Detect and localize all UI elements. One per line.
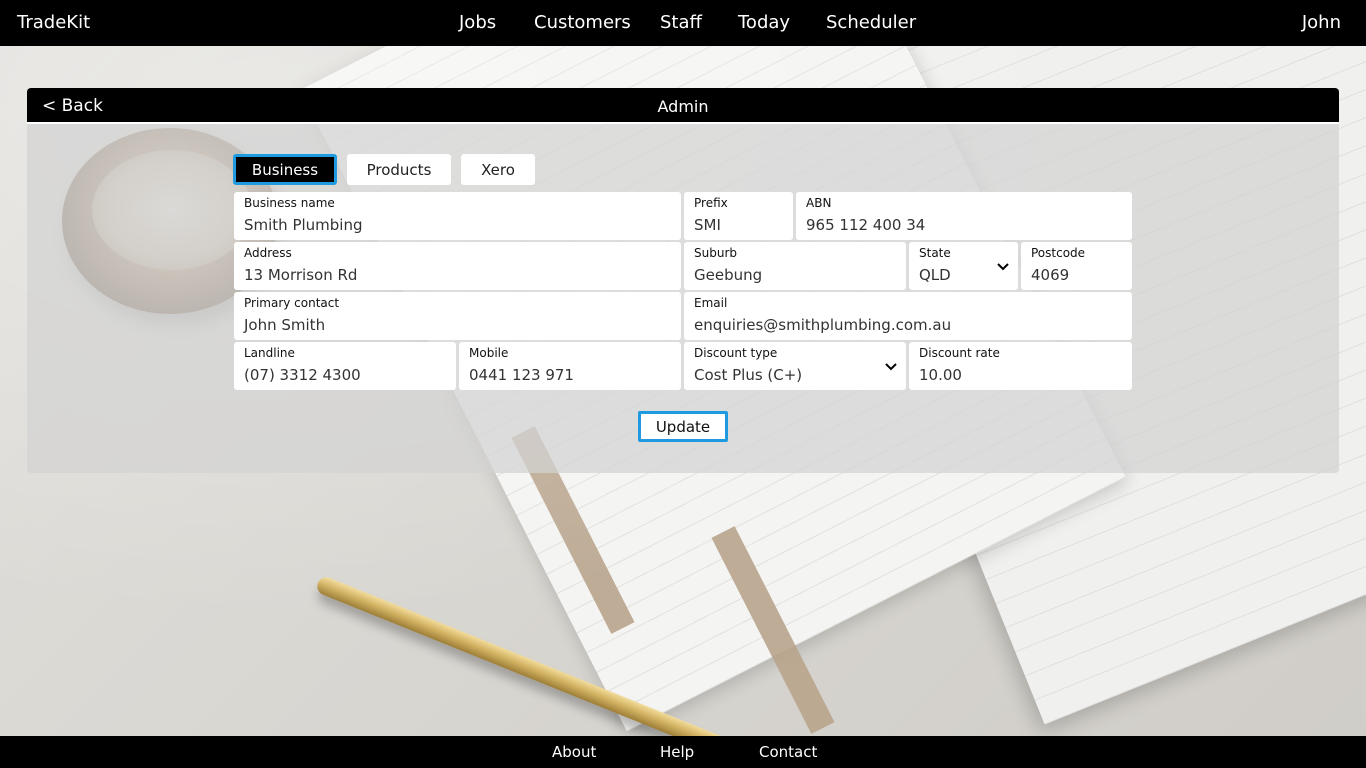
address-label: Address <box>244 246 292 260</box>
business-name-field[interactable]: Business name Smith Plumbing <box>234 192 681 240</box>
mobile-field[interactable]: Mobile 0441 123 971 <box>459 342 681 390</box>
tab-xero[interactable]: Xero <box>461 154 535 185</box>
postcode-field[interactable]: Postcode 4069 <box>1021 242 1132 290</box>
suburb-label: Suburb <box>694 246 737 260</box>
email-field[interactable]: Email enquiries@smithplumbing.com.au <box>684 292 1132 340</box>
nav-jobs[interactable]: Jobs <box>459 12 534 33</box>
prefix-label: Prefix <box>694 196 728 210</box>
landline-label: Landline <box>244 346 295 360</box>
nav-staff[interactable]: Staff <box>660 12 738 33</box>
update-button[interactable]: Update <box>638 411 728 442</box>
state-label: State <box>919 246 951 260</box>
panel-header: < Back Admin <box>27 88 1339 124</box>
state-select[interactable]: State QLD <box>909 242 1018 290</box>
nav-scheduler[interactable]: Scheduler <box>826 12 916 33</box>
mobile-value[interactable]: 0441 123 971 <box>469 366 574 384</box>
address-value[interactable]: 13 Morrison Rd <box>244 266 357 284</box>
primary-contact-value[interactable]: John Smith <box>244 316 325 334</box>
abn-value[interactable]: 965 112 400 34 <box>806 216 925 234</box>
state-value[interactable]: QLD <box>919 266 951 284</box>
email-label: Email <box>694 296 728 310</box>
footer-contact-link[interactable]: Contact <box>759 743 817 761</box>
footer-help-link[interactable]: Help <box>660 743 694 761</box>
mobile-label: Mobile <box>469 346 509 360</box>
footer-about-link[interactable]: About <box>552 743 596 761</box>
abn-field[interactable]: ABN 965 112 400 34 <box>796 192 1132 240</box>
admin-panel: < Back Admin Business Products Xero Busi… <box>27 88 1339 473</box>
discount-rate-field[interactable]: Discount rate 10.00 <box>909 342 1132 390</box>
chevron-down-icon[interactable] <box>996 260 1010 274</box>
tab-products[interactable]: Products <box>347 154 451 185</box>
postcode-value[interactable]: 4069 <box>1031 266 1069 284</box>
address-field[interactable]: Address 13 Morrison Rd <box>234 242 681 290</box>
discount-rate-label: Discount rate <box>919 346 1000 360</box>
abn-label: ABN <box>806 196 832 210</box>
page-title: Admin <box>657 97 709 116</box>
email-value[interactable]: enquiries@smithplumbing.com.au <box>694 316 951 334</box>
discount-type-value[interactable]: Cost Plus (C+) <box>694 366 802 384</box>
suburb-field[interactable]: Suburb Geebung <box>684 242 906 290</box>
suburb-value[interactable]: Geebung <box>694 266 762 284</box>
footer: About Help Contact <box>0 736 1366 768</box>
nav-customers[interactable]: Customers <box>534 12 660 33</box>
postcode-label: Postcode <box>1031 246 1086 260</box>
discount-type-label: Discount type <box>694 346 778 360</box>
business-name-value[interactable]: Smith Plumbing <box>244 216 363 234</box>
business-name-label: Business name <box>244 196 335 210</box>
user-menu[interactable]: John <box>1302 12 1341 33</box>
prefix-field[interactable]: Prefix SMI <box>684 192 793 240</box>
nav-links: Jobs Customers Staff Today Scheduler <box>459 12 916 33</box>
primary-contact-label: Primary contact <box>244 296 340 310</box>
discount-type-select[interactable]: Discount type Cost Plus (C+) <box>684 342 906 390</box>
prefix-value[interactable]: SMI <box>694 216 721 234</box>
brand-logo[interactable]: TradeKit <box>17 12 90 33</box>
chevron-down-icon[interactable] <box>884 360 898 374</box>
discount-rate-value[interactable]: 10.00 <box>919 366 962 384</box>
landline-value[interactable]: (07) 3312 4300 <box>244 366 361 384</box>
nav-today[interactable]: Today <box>738 12 826 33</box>
primary-contact-field[interactable]: Primary contact John Smith <box>234 292 681 340</box>
landline-field[interactable]: Landline (07) 3312 4300 <box>234 342 456 390</box>
tab-business[interactable]: Business <box>233 154 337 185</box>
top-nav: TradeKit Jobs Customers Staff Today Sche… <box>0 0 1366 46</box>
